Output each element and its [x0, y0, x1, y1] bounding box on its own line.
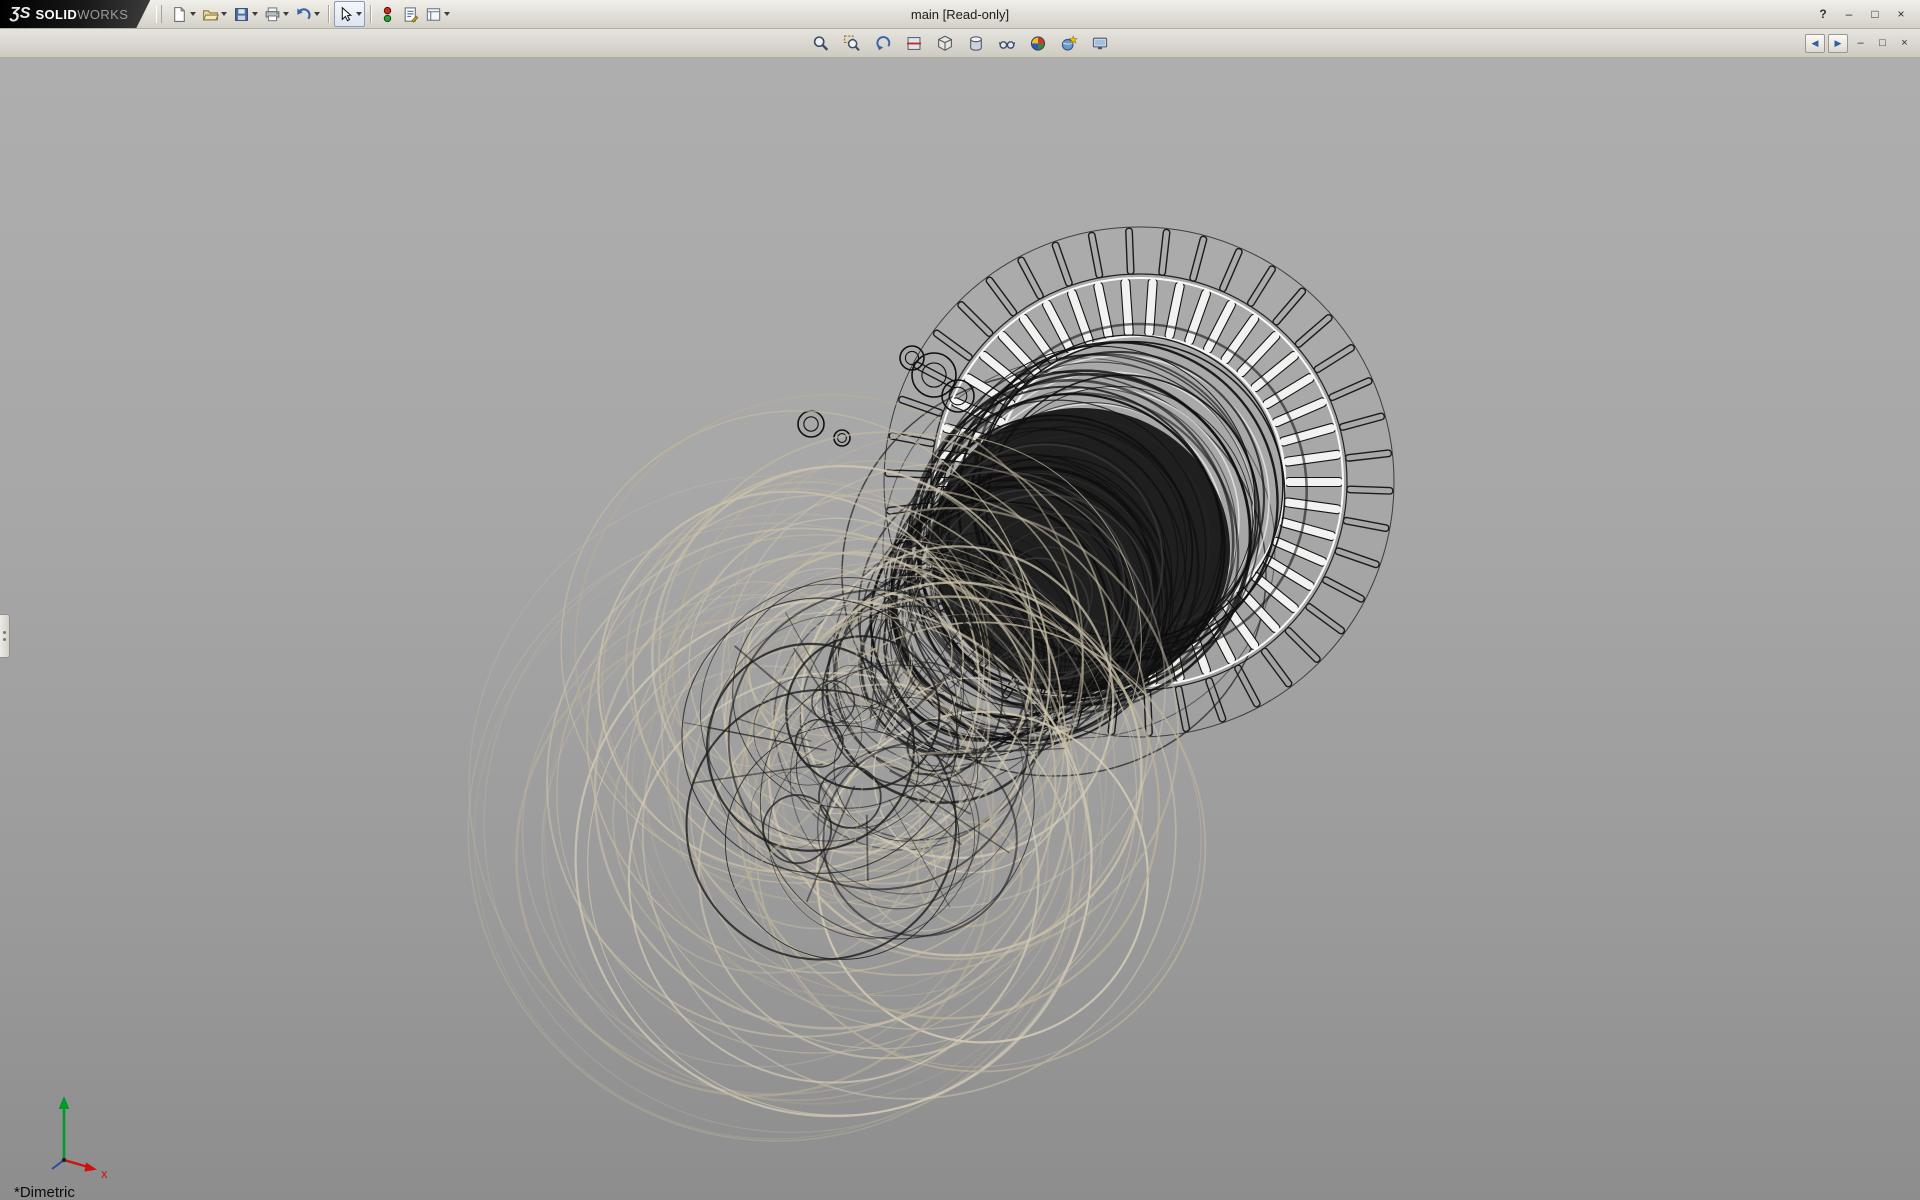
- section-view-button[interactable]: [902, 31, 926, 55]
- save-button[interactable]: [230, 1, 261, 27]
- hide-show-eyeglasses-icon: [998, 35, 1015, 52]
- featuremanager-collapse-handle[interactable]: [0, 614, 10, 658]
- apply-scene-icon: [1060, 35, 1077, 52]
- wordmark-solid: SOLID: [35, 7, 77, 22]
- file-properties-icon: [402, 6, 419, 23]
- undo-dropdown[interactable]: [314, 12, 320, 16]
- zoom-to-fit-button[interactable]: [809, 31, 833, 55]
- window-controls: ? – □ ×: [1811, 4, 1920, 25]
- document-close-button[interactable]: ×: [1895, 35, 1914, 52]
- view-toolbar-right: ◀ ▶ – □ ×: [1805, 34, 1920, 53]
- pane-collapse-left-button[interactable]: ◀: [1805, 34, 1825, 53]
- open-folder-icon: [202, 6, 219, 23]
- engine-wireframe-model[interactable]: [0, 58, 1920, 1200]
- rebuild-lights-icon: [379, 6, 396, 23]
- display-style-button[interactable]: [964, 31, 988, 55]
- view-toolbar: ◀ ▶ – □ ×: [0, 29, 1920, 58]
- triad-origin: [62, 1158, 66, 1162]
- file-properties-button[interactable]: [399, 1, 422, 27]
- print-icon: [264, 6, 281, 23]
- view-orientation-cube-icon: [936, 35, 953, 52]
- title-bar: ƷS SOLIDWORKS: [0, 0, 1920, 29]
- new-document-dropdown[interactable]: [190, 12, 196, 16]
- save-floppy-icon: [233, 6, 250, 23]
- edit-appearance-ball-icon: [1029, 35, 1046, 52]
- triad-z-axis: [52, 1160, 64, 1169]
- rebuild-lights-button[interactable]: [376, 1, 399, 27]
- edit-appearance-button[interactable]: [1026, 31, 1050, 55]
- view-orientation-button[interactable]: [933, 31, 957, 55]
- new-document-icon: [171, 6, 188, 23]
- document-restore-button[interactable]: □: [1873, 35, 1892, 52]
- toolbar-separator: [328, 5, 329, 23]
- select-tool-dropdown[interactable]: [356, 12, 362, 16]
- triad-y-arrowhead: [59, 1096, 70, 1109]
- view-orientation-label: *Dimetric: [14, 1184, 75, 1200]
- pane-collapse-right-button[interactable]: ▶: [1828, 34, 1848, 53]
- section-view-icon: [905, 35, 922, 52]
- help-button[interactable]: ?: [1811, 4, 1835, 25]
- undo-arrow-icon: [295, 6, 312, 23]
- minimize-button[interactable]: –: [1837, 4, 1861, 25]
- document-minimize-button[interactable]: –: [1851, 35, 1870, 52]
- solidworks-wordmark: SOLIDWORKS: [35, 8, 128, 21]
- sheet-options-dropdown[interactable]: [444, 12, 450, 16]
- select-cursor-icon: [337, 6, 354, 23]
- view-tools-group: [809, 31, 1112, 55]
- sheet-options-icon: [425, 6, 442, 23]
- close-button[interactable]: ×: [1889, 4, 1913, 25]
- triad-x-arrowhead: [84, 1162, 97, 1171]
- display-style-icon: [967, 35, 984, 52]
- toolbar-separator: [370, 5, 371, 23]
- wordmark-works: WORKS: [77, 7, 128, 22]
- save-dropdown[interactable]: [252, 12, 258, 16]
- zoom-to-fit-icon: [812, 35, 829, 52]
- document-title: main [Read-only]: [911, 7, 1009, 22]
- undo-button[interactable]: [292, 1, 323, 27]
- orientation-triad[interactable]: x: [24, 1090, 116, 1186]
- zoom-to-area-icon: [843, 35, 860, 52]
- previous-view-icon: [874, 35, 891, 52]
- view-settings-button[interactable]: [1088, 31, 1112, 55]
- solidworks-logo: ƷS SOLIDWORKS: [0, 0, 150, 28]
- new-document-button[interactable]: [168, 1, 199, 27]
- toolbar-grip: [156, 5, 162, 23]
- open-button[interactable]: [199, 1, 230, 27]
- triad-x-label: x: [101, 1166, 108, 1181]
- sheet-options-button[interactable]: [422, 1, 453, 27]
- previous-view-button[interactable]: [871, 31, 895, 55]
- solidworks-logo-glyph: ƷS: [10, 6, 30, 22]
- open-dropdown[interactable]: [221, 12, 227, 16]
- restore-button[interactable]: □: [1863, 4, 1887, 25]
- apply-scene-button[interactable]: [1057, 31, 1081, 55]
- view-settings-icon: [1091, 35, 1108, 52]
- print-dropdown[interactable]: [283, 12, 289, 16]
- triad-x-axis: [64, 1160, 88, 1167]
- print-button[interactable]: [261, 1, 292, 27]
- zoom-to-area-button[interactable]: [840, 31, 864, 55]
- graphics-viewport[interactable]: x *Dimetric: [0, 58, 1920, 1200]
- hide-show-items-button[interactable]: [995, 31, 1019, 55]
- select-tool-button[interactable]: [334, 1, 365, 27]
